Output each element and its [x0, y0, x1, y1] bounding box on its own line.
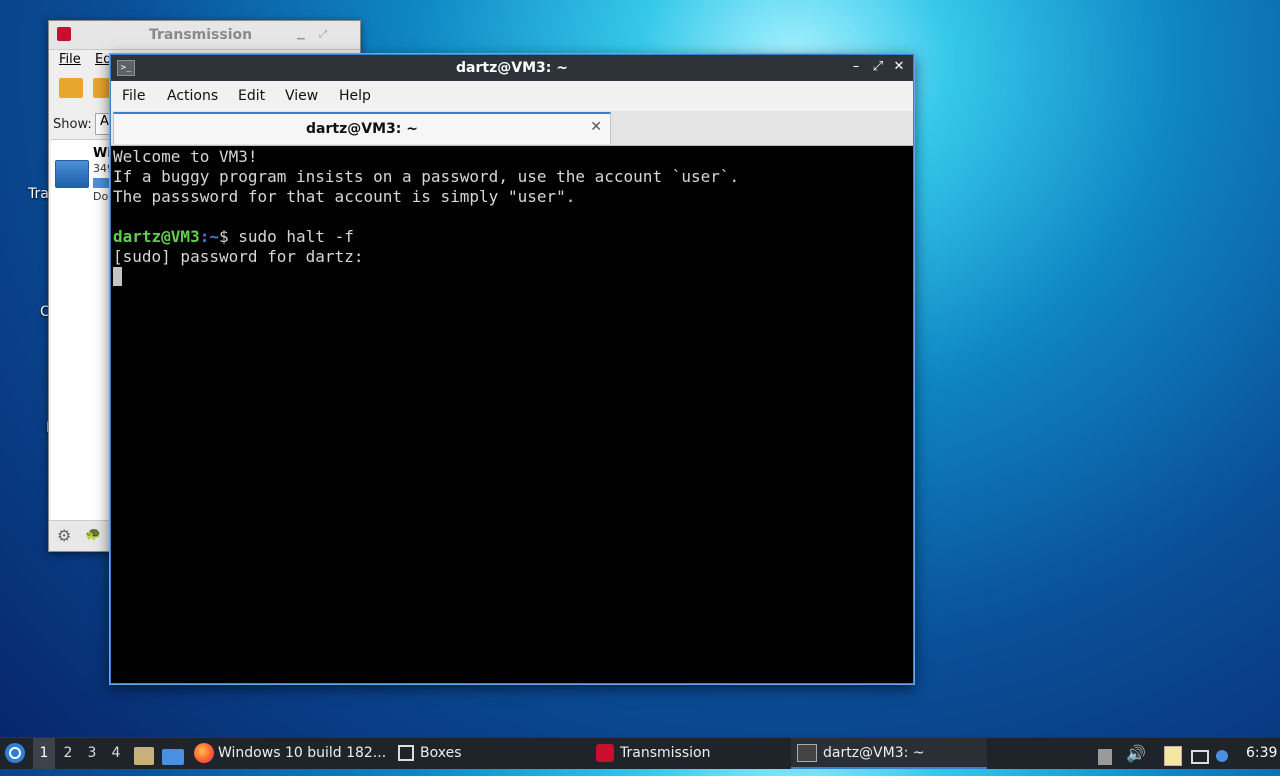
workspace-2[interactable]: 2: [57, 738, 79, 769]
show-filter-label: Show:: [53, 117, 92, 132]
prompt-path: :~: [199, 227, 219, 246]
menu-view[interactable]: View: [285, 88, 318, 104]
terminal-line: If a buggy program insists on a password…: [113, 167, 740, 186]
file-manager-icon[interactable]: [134, 738, 154, 769]
transmission-title: Transmission: [149, 27, 253, 43]
workspace-1[interactable]: 1: [33, 738, 55, 769]
transmission-icon: [596, 744, 614, 762]
menu-help[interactable]: Help: [339, 88, 371, 104]
gear-icon[interactable]: ⚙: [57, 526, 71, 545]
terminal-menubar: File Actions Edit View Help: [111, 81, 913, 111]
task-firefox[interactable]: Windows 10 build 182...: [192, 738, 388, 769]
terminal-line: Welcome to VM3!: [113, 147, 258, 166]
menu-file[interactable]: File: [122, 88, 145, 104]
task-boxes[interactable]: Boxes: [394, 738, 584, 769]
turtle-icon[interactable]: 🐢: [85, 527, 101, 542]
terminal-titlebar[interactable]: >_ dartz@VM3: ~ – ⤢ ✕: [111, 55, 913, 81]
terminal-tab[interactable]: dartz@VM3: ~ ✕: [113, 112, 611, 144]
taskbar: 1 2 3 4 Windows 10 build 182... Boxes Tr…: [0, 737, 1280, 769]
terminal-output[interactable]: Welcome to VM3! If a buggy program insist…: [113, 147, 909, 679]
maximize-icon[interactable]: ⤢: [871, 59, 885, 74]
minimize-icon[interactable]: ▁: [297, 29, 307, 40]
terminal-tab-label: dartz@VM3: ~: [306, 121, 418, 137]
clipboard-icon[interactable]: [1164, 738, 1184, 769]
boxes-icon: [398, 745, 414, 761]
start-menu-icon[interactable]: [4, 738, 28, 769]
menu-actions[interactable]: Actions: [167, 88, 218, 104]
terminal-window[interactable]: >_ dartz@VM3: ~ – ⤢ ✕ File Actions Edit …: [110, 54, 914, 684]
terminal-line: The passsword for that account is simply…: [113, 187, 576, 206]
tray-expand-icon[interactable]: [1098, 738, 1116, 769]
notification-icon[interactable]: [1216, 738, 1236, 769]
task-firefox-label: Windows 10 build 182...: [218, 745, 387, 761]
network-icon[interactable]: [1191, 738, 1211, 769]
text-cursor: [113, 267, 122, 286]
tab-close-icon[interactable]: ✕: [590, 119, 602, 135]
task-transmission[interactable]: Transmission: [594, 738, 784, 769]
transmission-titlebar[interactable]: Transmission ▁ ⤢: [49, 21, 360, 50]
prompt-line: dartz@VM3:~$ sudo halt -f: [113, 227, 909, 247]
transmission-menu-file[interactable]: File: [59, 52, 81, 67]
show-desktop-icon[interactable]: [162, 738, 184, 769]
clock[interactable]: 6:39: [1246, 738, 1277, 769]
prompt-command: sudo halt -f: [238, 227, 354, 246]
close-icon[interactable]: ✕: [892, 59, 906, 74]
task-terminal[interactable]: dartz@VM3: ~: [791, 738, 987, 769]
desktop-icon-label-trash[interactable]: Tra: [28, 186, 49, 202]
torrent-folder-icon: [55, 160, 89, 188]
workspace-3[interactable]: 3: [81, 738, 103, 769]
workspace-4[interactable]: 4: [105, 738, 127, 769]
volume-icon[interactable]: 🔊: [1126, 738, 1146, 769]
terminal-tabbar: dartz@VM3: ~ ✕: [111, 111, 913, 146]
firefox-icon: [194, 743, 214, 763]
open-folder-icon[interactable]: [59, 78, 83, 98]
prompt-user: dartz@VM3: [113, 227, 200, 246]
transmission-app-icon: [57, 27, 71, 41]
task-terminal-label: dartz@VM3: ~: [823, 745, 925, 761]
minimize-icon[interactable]: –: [849, 59, 863, 74]
torrent-name: Wi: [93, 146, 112, 161]
prompt-suffix: $: [218, 227, 239, 246]
task-transmission-label: Transmission: [620, 745, 711, 761]
terminal-title: dartz@VM3: ~: [456, 60, 568, 76]
maximize-icon[interactable]: ⤢: [319, 29, 329, 40]
terminal-icon: [797, 744, 817, 762]
transmission-menu-edit[interactable]: Ed: [95, 52, 111, 67]
sudo-prompt: [sudo] password for dartz:: [113, 247, 364, 266]
task-boxes-label: Boxes: [420, 745, 462, 761]
menu-edit[interactable]: Edit: [238, 88, 265, 104]
